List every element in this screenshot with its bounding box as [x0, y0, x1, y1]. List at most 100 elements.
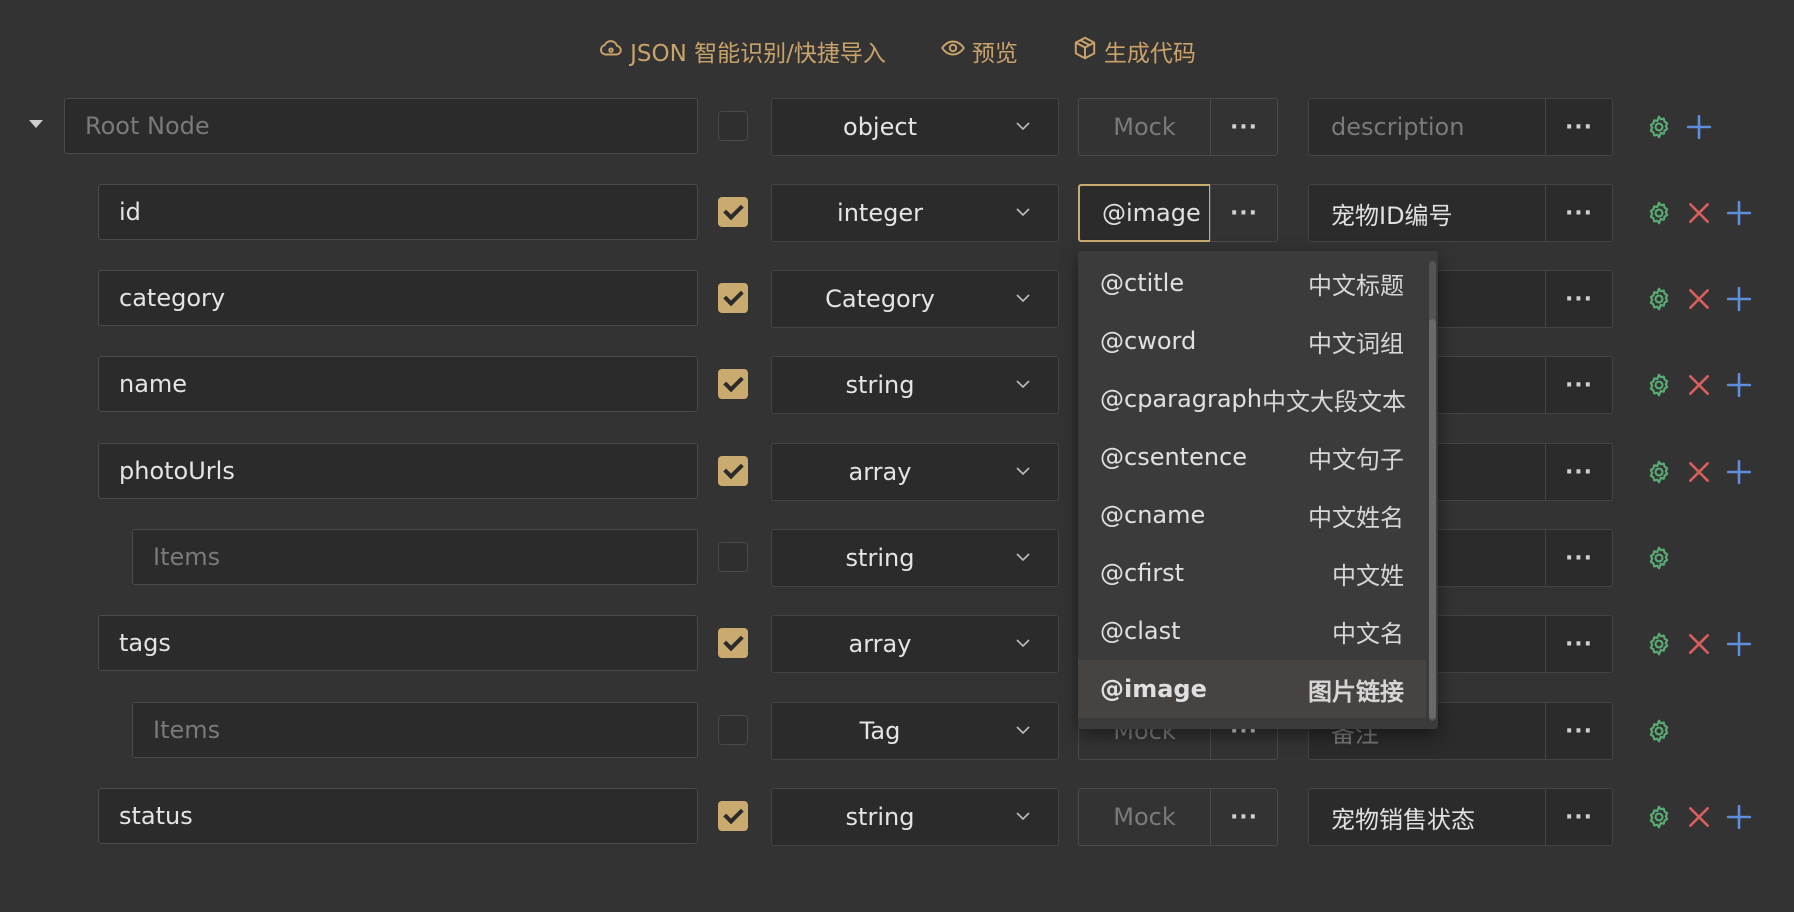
mock-option[interactable]: @cname 中文姓名 — [1078, 486, 1426, 544]
description-more-button[interactable]: ··· — [1545, 270, 1613, 328]
mock-option[interactable]: @image 图片链接 — [1078, 660, 1426, 718]
field-name-input[interactable]: category — [98, 270, 698, 326]
add-plus-icon[interactable] — [1726, 372, 1752, 398]
description-input[interactable]: 宠物ID编号 — [1308, 184, 1546, 242]
field-name-input[interactable]: Items — [132, 529, 698, 585]
description-more-button[interactable]: ··· — [1545, 98, 1613, 156]
settings-gear-icon[interactable] — [1646, 372, 1672, 398]
settings-gear-icon[interactable] — [1646, 545, 1672, 571]
field-name-input[interactable]: Root Node — [64, 98, 698, 154]
settings-gear-icon[interactable] — [1646, 718, 1672, 744]
delete-x-icon[interactable] — [1686, 459, 1712, 485]
mock-more-button[interactable]: ··· — [1210, 184, 1278, 242]
type-select[interactable]: string — [771, 788, 1059, 846]
description-more-button[interactable]: ··· — [1545, 356, 1613, 414]
preview-button[interactable]: 预览 — [940, 34, 1018, 68]
generate-code-label: 生成代码 — [1103, 41, 1196, 67]
type-select-value: array — [848, 458, 912, 486]
mock-option[interactable]: @cparagraph 中文大段文本 — [1078, 370, 1426, 428]
chevron-down-icon — [1016, 467, 1030, 476]
field-name-input[interactable]: tags — [98, 615, 698, 671]
type-select[interactable]: integer — [771, 184, 1059, 242]
required-checkbox[interactable] — [718, 542, 748, 572]
delete-x-icon[interactable] — [1686, 804, 1712, 830]
mock-option-desc: 中文大段文本 — [1261, 387, 1406, 416]
field-name-input[interactable]: Items — [132, 702, 698, 758]
description-more-button[interactable]: ··· — [1545, 529, 1613, 587]
cloud-icon — [598, 35, 624, 67]
chevron-down-icon — [1016, 122, 1030, 131]
schema-row: status string Mock ··· 宠物销售状态 ··· — [0, 788, 1794, 846]
json-import-button[interactable]: JSON 智能识别/快捷导入 — [598, 34, 886, 68]
mock-option[interactable]: @ctitle 中文标题 — [1078, 254, 1426, 312]
required-checkbox[interactable] — [718, 197, 748, 227]
add-plus-icon[interactable] — [1726, 200, 1752, 226]
chevron-down-icon — [1016, 380, 1030, 389]
field-name-input[interactable]: status — [98, 788, 698, 844]
delete-x-icon[interactable] — [1686, 372, 1712, 398]
required-checkbox[interactable] — [718, 456, 748, 486]
delete-x-icon[interactable] — [1686, 631, 1712, 657]
mock-option-value: @clast — [1100, 617, 1181, 645]
description-more-button[interactable]: ··· — [1545, 615, 1613, 673]
description-more-button[interactable]: ··· — [1545, 788, 1613, 846]
mock-input[interactable]: @image — [1078, 184, 1211, 242]
mock-more-button[interactable]: ··· — [1210, 98, 1278, 156]
settings-gear-icon[interactable] — [1646, 286, 1672, 312]
description-more-button[interactable]: ··· — [1545, 184, 1613, 242]
type-select[interactable]: string — [771, 529, 1059, 587]
type-select-value: string — [845, 544, 915, 572]
mock-option[interactable]: @cword 中文词组 — [1078, 312, 1426, 370]
settings-gear-icon[interactable] — [1646, 804, 1672, 830]
description-more-button[interactable]: ··· — [1545, 702, 1613, 760]
add-plus-icon[interactable] — [1686, 114, 1712, 140]
required-checkbox[interactable] — [718, 283, 748, 313]
add-plus-icon[interactable] — [1726, 631, 1752, 657]
type-select[interactable]: Tag — [771, 702, 1059, 760]
mock-input[interactable]: Mock — [1078, 788, 1211, 846]
mock-more-button[interactable]: ··· — [1210, 788, 1278, 846]
settings-gear-icon[interactable] — [1646, 631, 1672, 657]
delete-x-icon[interactable] — [1686, 286, 1712, 312]
description-input[interactable]: description — [1308, 98, 1546, 156]
mock-input[interactable]: Mock — [1078, 98, 1211, 156]
dropdown-scrollbar-thumb[interactable] — [1429, 319, 1436, 719]
mock-option-value: @cparagraph — [1100, 385, 1262, 413]
collapse-caret-icon[interactable] — [29, 120, 43, 128]
settings-gear-icon[interactable] — [1646, 114, 1672, 140]
settings-gear-icon[interactable] — [1646, 200, 1672, 226]
field-name-input[interactable]: photoUrls — [98, 443, 698, 499]
field-name-input[interactable]: id — [98, 184, 698, 240]
type-select-value: Tag — [859, 717, 901, 745]
required-checkbox[interactable] — [718, 369, 748, 399]
add-plus-icon[interactable] — [1726, 286, 1752, 312]
required-checkbox[interactable] — [718, 628, 748, 658]
chevron-down-icon — [1016, 726, 1030, 735]
description-input[interactable]: 宠物销售状态 — [1308, 788, 1546, 846]
required-checkbox[interactable] — [718, 715, 748, 745]
add-plus-icon[interactable] — [1726, 804, 1752, 830]
required-checkbox[interactable] — [718, 111, 748, 141]
mock-option-desc: 图片链接 — [1308, 677, 1404, 706]
mock-option[interactable]: @clast 中文名 — [1078, 602, 1426, 660]
description-more-button[interactable]: ··· — [1545, 443, 1613, 501]
type-select[interactable]: array — [771, 443, 1059, 501]
field-name-input[interactable]: name — [98, 356, 698, 412]
chevron-down-icon — [1016, 812, 1030, 821]
generate-code-button[interactable]: 生成代码 — [1072, 34, 1196, 68]
add-plus-icon[interactable] — [1726, 459, 1752, 485]
type-select[interactable]: array — [771, 615, 1059, 673]
mock-option-desc: 中文标题 — [1308, 271, 1404, 300]
delete-x-icon[interactable] — [1686, 200, 1712, 226]
mock-option-desc: 中文姓名 — [1308, 503, 1404, 532]
mock-option-desc: 中文名 — [1332, 619, 1404, 648]
type-select[interactable]: object — [771, 98, 1059, 156]
required-checkbox[interactable] — [718, 801, 748, 831]
settings-gear-icon[interactable] — [1646, 459, 1672, 485]
type-select[interactable]: Category — [771, 270, 1059, 328]
mock-option[interactable]: @csentence 中文句子 — [1078, 428, 1426, 486]
mock-option-value: @cname — [1100, 501, 1206, 529]
mock-option[interactable]: @cfirst 中文姓 — [1078, 544, 1426, 602]
type-select-value: string — [845, 371, 915, 399]
type-select[interactable]: string — [771, 356, 1059, 414]
